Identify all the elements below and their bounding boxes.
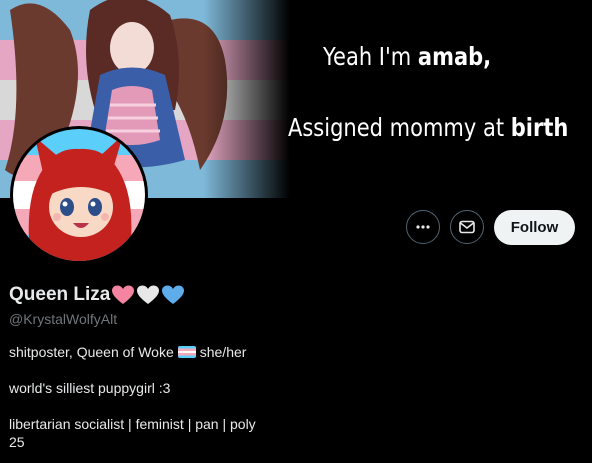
display-name-row: Queen Liza — [9, 284, 185, 306]
message-button[interactable] — [450, 210, 484, 244]
light-blue-heart-icon — [162, 285, 185, 304]
profile-handle: @KrystalWolfyAlt — [9, 311, 118, 327]
banner-caption-line2: Assigned mommy at birth — [288, 113, 569, 142]
profile-bio: shitposter, Queen of Woke she/her world'… — [9, 343, 569, 451]
envelope-icon — [459, 220, 475, 234]
transgender-flag-icon — [177, 346, 196, 358]
avatar-image — [13, 129, 145, 261]
bio-line-1: shitposter, Queen of Woke she/her — [9, 344, 247, 360]
name-emoji-group — [111, 284, 185, 306]
bio-line-4: 25 — [9, 434, 25, 450]
display-name: Queen Liza — [9, 284, 111, 305]
more-options-button[interactable] — [406, 210, 440, 244]
white-heart-icon — [137, 285, 160, 304]
follow-button[interactable]: Follow — [494, 210, 575, 245]
more-icon — [416, 225, 430, 229]
avatar[interactable] — [10, 126, 148, 264]
bio-line-2: world's silliest puppygirl :3 — [9, 380, 171, 396]
bio-line-3: libertarian socialist | feminist | pan |… — [9, 416, 256, 432]
banner-caption-line1: Yeah I'm amab, — [323, 42, 492, 71]
pink-heart-icon — [112, 285, 135, 304]
